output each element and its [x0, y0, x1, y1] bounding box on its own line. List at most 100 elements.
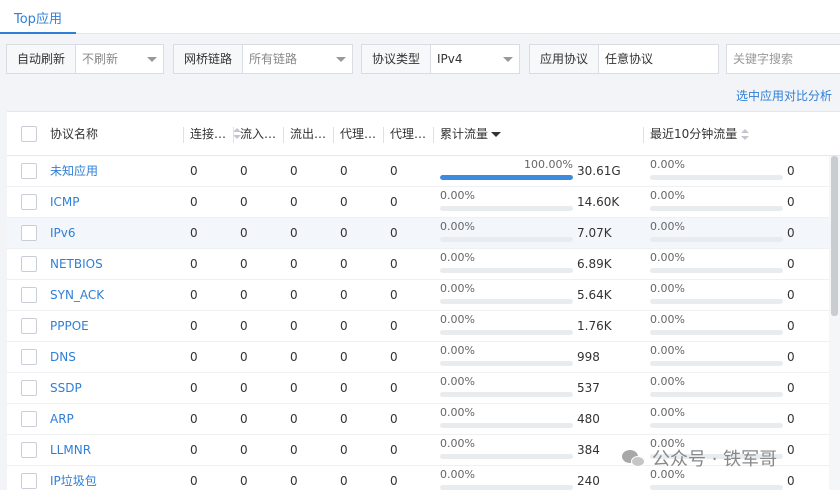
- column-divider[interactable]: [643, 127, 644, 143]
- total-percent: 0.00%: [440, 313, 475, 326]
- cell-proxy-2: 0: [390, 350, 398, 364]
- cell-proxy-2: 0: [390, 164, 398, 178]
- col-recent-traffic-label: 最近10分钟流量: [650, 127, 738, 141]
- column-divider[interactable]: [433, 127, 434, 143]
- cell-inbound: 0: [240, 195, 248, 209]
- recent-traffic-value: 0: [787, 195, 795, 209]
- cell-connections: 0: [190, 443, 198, 457]
- cell-connections: 0: [190, 474, 198, 488]
- cell-proxy-2: 0: [390, 474, 398, 488]
- cell-proxy-1: 0: [340, 474, 348, 488]
- cell-proxy-1: 0: [340, 288, 348, 302]
- select-all-checkbox[interactable]: [21, 126, 37, 142]
- col-proxy-1[interactable]: 代理…: [340, 112, 384, 156]
- row-checkbox[interactable]: [21, 349, 37, 365]
- total-traffic-bar: [440, 268, 573, 273]
- protocol-name-link[interactable]: DNS: [50, 342, 76, 373]
- cell-connections: 0: [190, 319, 198, 333]
- protocol-name-link[interactable]: ICMP: [50, 187, 80, 218]
- app-protocol-filter: 应用协议 任意协议: [529, 44, 719, 74]
- watermark: 公众号 · 铁军哥: [622, 445, 777, 471]
- recent-traffic-bar: [650, 237, 783, 242]
- col-protocol-name[interactable]: 协议名称: [50, 112, 98, 156]
- cell-outbound: 0: [290, 443, 298, 457]
- protocol-name-link[interactable]: 未知应用: [50, 156, 98, 187]
- cell-outbound: 0: [290, 412, 298, 426]
- row-checkbox[interactable]: [21, 380, 37, 396]
- row-checkbox[interactable]: [21, 318, 37, 334]
- row-checkbox[interactable]: [21, 163, 37, 179]
- vertical-scrollbar[interactable]: [829, 156, 840, 490]
- protocol-name-link[interactable]: IPv6: [50, 218, 76, 249]
- table-row[interactable]: NETBIOS 0 0 0 0 0 0.00% 6.89K 0.00% 0: [7, 249, 829, 280]
- protocol-name-link[interactable]: SYN_ACK: [50, 280, 104, 311]
- cell-inbound: 0: [240, 226, 248, 240]
- filter-bar: 自动刷新 不刷新 网桥链路 所有链路 协议类型 IPv4 应用协议 任意协议: [0, 34, 840, 90]
- row-checkbox[interactable]: [21, 442, 37, 458]
- row-checkbox[interactable]: [21, 225, 37, 241]
- recent-percent: 0.00%: [650, 313, 685, 326]
- table-row[interactable]: ARP 0 0 0 0 0 0.00% 480 0.00% 0: [7, 404, 829, 435]
- app-protocol-label: 应用协议: [530, 45, 600, 73]
- column-divider[interactable]: [383, 127, 384, 143]
- keyword-search-input[interactable]: [726, 44, 840, 74]
- app-protocol-select[interactable]: 任意协议: [599, 45, 718, 73]
- recent-traffic-value: 0: [787, 257, 795, 271]
- recent-traffic-value: 0: [787, 164, 795, 178]
- bridge-select[interactable]: 所有链路: [243, 45, 352, 73]
- cell-proxy-2: 0: [390, 257, 398, 271]
- sort-icon[interactable]: [741, 128, 750, 141]
- column-divider[interactable]: [233, 127, 234, 143]
- protocol-name-link[interactable]: LLMNR: [50, 435, 91, 466]
- table-row[interactable]: 未知应用 0 0 0 0 0 100.00% 30.61G 0.00% 0: [7, 156, 829, 187]
- col-total-traffic[interactable]: 累计流量: [440, 112, 502, 156]
- col-recent-traffic[interactable]: 最近10分钟流量: [650, 112, 750, 156]
- cell-proxy-1: 0: [340, 350, 348, 364]
- cell-proxy-2: 0: [390, 319, 398, 333]
- refresh-value: 不刷新: [82, 52, 119, 66]
- refresh-select[interactable]: 不刷新: [76, 45, 163, 73]
- total-traffic-bar: [440, 423, 573, 428]
- table-row[interactable]: SYN_ACK 0 0 0 0 0 0.00% 5.64K 0.00% 0: [7, 280, 829, 311]
- column-divider[interactable]: [283, 127, 284, 143]
- total-traffic-bar-fill: [440, 175, 573, 180]
- table-row[interactable]: ICMP 0 0 0 0 0 0.00% 14.60K 0.00% 0: [7, 187, 829, 218]
- col-inbound[interactable]: 流入…: [240, 112, 284, 156]
- column-divider[interactable]: [333, 127, 334, 143]
- table-row[interactable]: IPv6 0 0 0 0 0 0.00% 7.07K 0.00% 0: [7, 218, 829, 249]
- row-checkbox[interactable]: [21, 256, 37, 272]
- protocol-name-link[interactable]: IP垃圾包: [50, 466, 97, 490]
- col-proxy-2[interactable]: 代理…: [390, 112, 434, 156]
- table-row[interactable]: SSDP 0 0 0 0 0 0.00% 537 0.00% 0: [7, 373, 829, 404]
- tab-top-apps[interactable]: Top应用: [0, 0, 76, 34]
- col-connections[interactable]: 连接…: [190, 112, 234, 156]
- table-row[interactable]: PPPOE 0 0 0 0 0 0.00% 1.76K 0.00% 0: [7, 311, 829, 342]
- cell-proxy-2: 0: [390, 226, 398, 240]
- cell-outbound: 0: [290, 226, 298, 240]
- protocol-name-link[interactable]: NETBIOS: [50, 249, 103, 280]
- cell-inbound: 0: [240, 412, 248, 426]
- cell-connections: 0: [190, 288, 198, 302]
- protocol-name-link[interactable]: ARP: [50, 404, 74, 435]
- protocol-name-link[interactable]: SSDP: [50, 373, 82, 404]
- watermark-text: 公众号 · 铁军哥: [652, 449, 778, 470]
- column-divider[interactable]: [183, 127, 184, 143]
- table-row[interactable]: DNS 0 0 0 0 0 0.00% 998 0.00% 0: [7, 342, 829, 373]
- compare-apps-link[interactable]: 选中应用对比分析: [736, 87, 832, 104]
- bridge-value: 所有链路: [249, 52, 298, 66]
- scrollbar-thumb[interactable]: [831, 156, 838, 316]
- recent-traffic-bar: [650, 361, 783, 366]
- cell-connections: 0: [190, 381, 198, 395]
- recent-traffic-bar: [650, 175, 783, 180]
- row-checkbox[interactable]: [21, 287, 37, 303]
- cell-proxy-1: 0: [340, 443, 348, 457]
- row-checkbox[interactable]: [21, 473, 37, 489]
- protocol-name-link[interactable]: PPPOE: [50, 311, 89, 342]
- protocol-type-select[interactable]: IPv4: [431, 45, 519, 73]
- col-outbound[interactable]: 流出…: [290, 112, 334, 156]
- row-checkbox[interactable]: [21, 411, 37, 427]
- cell-inbound: 0: [240, 474, 248, 488]
- total-traffic-bar: [440, 206, 573, 211]
- row-checkbox[interactable]: [21, 194, 37, 210]
- sort-desc-icon[interactable]: [491, 129, 502, 141]
